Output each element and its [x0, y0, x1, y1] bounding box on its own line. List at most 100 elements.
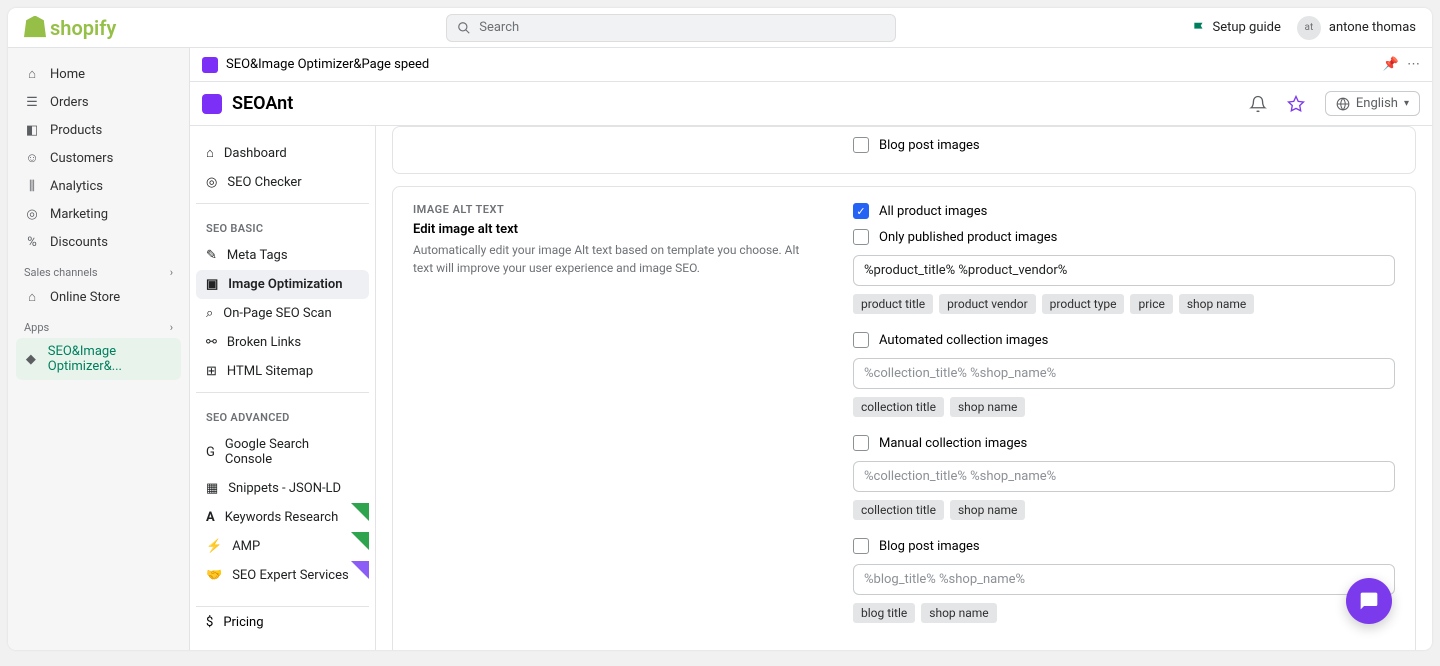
app-nav-dashboard[interactable]: ⌂Dashboard — [196, 138, 369, 168]
checkbox-all-product[interactable]: ✓All product images — [853, 203, 1395, 219]
globe-icon — [1336, 97, 1350, 111]
blog-tags: blog title shop name — [853, 603, 1395, 623]
search-icon — [457, 21, 471, 35]
checkbox-icon — [853, 137, 869, 153]
tag[interactable]: product type — [1042, 294, 1125, 314]
nav-orders[interactable]: ☰Orders — [16, 88, 181, 116]
app-nav-seo-checker[interactable]: ◎SEO Checker — [196, 168, 369, 197]
app-title-bar: SEOAnt English ▾ — [190, 82, 1432, 126]
setup-guide-button[interactable]: Setup guide — [1192, 20, 1280, 35]
app-nav-amp[interactable]: ⚡AMP — [196, 532, 369, 561]
app-nav-sitemap[interactable]: ⊞HTML Sitemap — [196, 357, 369, 386]
tag[interactable]: product vendor — [939, 294, 1036, 314]
nav-online-store[interactable]: ⌂Online Store — [16, 283, 181, 311]
app-nav-expert[interactable]: 🤝SEO Expert Services — [196, 561, 369, 590]
hot-badge — [351, 561, 369, 579]
handshake-icon: 🤝 — [206, 568, 222, 583]
language-select[interactable]: English ▾ — [1325, 91, 1420, 116]
app-nav-gsc[interactable]: GGoogle Search Console — [196, 430, 369, 474]
breadcrumb: SEO&Image Optimizer&Page speed — [226, 57, 429, 72]
app-nav-image-optimization[interactable]: ▣Image Optimization — [196, 270, 369, 299]
app-nav-onpage-scan[interactable]: ⌕On-Page SEO Scan — [196, 299, 369, 328]
discounts-icon: % — [24, 234, 40, 250]
search-input[interactable]: Search — [446, 14, 896, 42]
nav-discounts[interactable]: %Discounts — [16, 228, 181, 256]
product-tags: product title product vendor product typ… — [853, 294, 1395, 314]
manual-tags: collection title shop name — [853, 500, 1395, 520]
checkbox-icon — [853, 332, 869, 348]
products-icon: ◧ — [24, 122, 40, 138]
home-icon: ⌂ — [24, 66, 40, 82]
apps-header[interactable]: Apps› — [16, 311, 181, 338]
app-nav-meta-tags[interactable]: ✎Meta Tags — [196, 241, 369, 270]
chat-fab[interactable] — [1346, 578, 1392, 624]
nav-customers[interactable]: ☺Customers — [16, 144, 181, 172]
user-name: antone thomas — [1329, 20, 1416, 35]
app-nav-pricing[interactable]: $Pricing — [196, 606, 369, 638]
more-icon[interactable]: ⋯ — [1407, 57, 1420, 72]
app-nav-broken-links[interactable]: ⚯Broken Links — [196, 328, 369, 357]
store-icon: ⌂ — [24, 289, 40, 305]
user-menu[interactable]: at antone thomas — [1297, 16, 1416, 40]
product-template-input[interactable]: %product_title% %product_vendor% — [853, 255, 1395, 286]
collection-template-input[interactable]: %collection_title% %shop_name% — [853, 358, 1395, 389]
sales-channels-header[interactable]: Sales channels› — [16, 256, 181, 283]
checkbox-icon — [853, 538, 869, 554]
checkbox-manual-collection[interactable]: Manual collection images — [853, 435, 1395, 451]
alt-desc: Automatically edit your image Alt text b… — [413, 241, 813, 277]
flag-icon — [1192, 21, 1206, 35]
nav-analytics[interactable]: ⫼Analytics — [16, 172, 181, 200]
nav-marketing[interactable]: ◎Marketing — [16, 200, 181, 228]
settings-panel: Blog post images IMAGE ALT TEXT Edit ima… — [376, 126, 1432, 650]
seo-basic-label: SEO BASIC — [196, 210, 369, 241]
main-sidebar: ⌂Home ☰Orders ◧Products ☺Customers ⫼Anal… — [8, 48, 190, 650]
avatar: at — [1297, 16, 1321, 40]
shopify-logo[interactable]: shopify — [24, 16, 116, 40]
seoant-icon — [202, 94, 222, 114]
tag[interactable]: collection title — [853, 397, 944, 417]
checkbox-only-published[interactable]: Only published product images — [853, 229, 1395, 245]
pin-icon[interactable]: 📌 — [1383, 57, 1399, 72]
tag[interactable]: shop name — [950, 397, 1025, 417]
tag[interactable]: shop name — [921, 603, 996, 623]
checkbox-blog-post-top[interactable]: Blog post images — [853, 137, 1395, 153]
nav-products[interactable]: ◧Products — [16, 116, 181, 144]
new-badge — [351, 503, 369, 521]
chevron-right-icon: › — [170, 321, 173, 334]
checkbox-automated-collection[interactable]: Automated collection images — [853, 332, 1395, 348]
chevron-right-icon: › — [170, 266, 173, 279]
checkbox-icon — [853, 229, 869, 245]
app-nav-snippets[interactable]: ▦Snippets - JSON-LD — [196, 474, 369, 503]
alt-title: Edit image alt text — [413, 222, 813, 237]
search-icon: ⌕ — [206, 306, 213, 321]
image-icon: ▣ — [206, 277, 218, 292]
dollar-icon: $ — [206, 615, 213, 630]
alt-section-label: IMAGE ALT TEXT — [413, 203, 813, 216]
tag[interactable]: blog title — [853, 603, 915, 623]
link-icon: ⚯ — [206, 335, 217, 350]
tag[interactable]: shop name — [1179, 294, 1254, 314]
manual-template-input[interactable]: %collection_title% %shop_name% — [853, 461, 1395, 492]
plug-icon: ◆ — [24, 351, 38, 367]
new-badge — [351, 532, 369, 550]
logo-text: shopify — [50, 16, 116, 40]
tag[interactable]: collection title — [853, 500, 944, 520]
pencil-icon: ✎ — [206, 248, 217, 263]
target-icon: ◎ — [206, 175, 217, 190]
chevron-down-icon: ▾ — [1404, 98, 1409, 109]
orders-icon: ☰ — [24, 94, 40, 110]
app-title: SEOAnt — [232, 93, 293, 114]
nav-home[interactable]: ⌂Home — [16, 60, 181, 88]
app-nav-keywords[interactable]: AKeywords Research — [196, 503, 369, 532]
nav-seoant-app[interactable]: ◆SEO&Image Optimizer&... — [16, 338, 181, 380]
checkbox-blog-post[interactable]: Blog post images — [853, 538, 1395, 554]
sitemap-icon: ⊞ — [206, 364, 217, 379]
tag[interactable]: shop name — [950, 500, 1025, 520]
star-icon[interactable] — [1287, 95, 1305, 113]
tag[interactable]: price — [1130, 294, 1172, 314]
customers-icon: ☺ — [24, 150, 40, 166]
search-placeholder: Search — [479, 20, 519, 35]
blog-template-input[interactable]: %blog_title% %shop_name% — [853, 564, 1395, 595]
bell-icon[interactable] — [1249, 95, 1267, 113]
tag[interactable]: product title — [853, 294, 933, 314]
